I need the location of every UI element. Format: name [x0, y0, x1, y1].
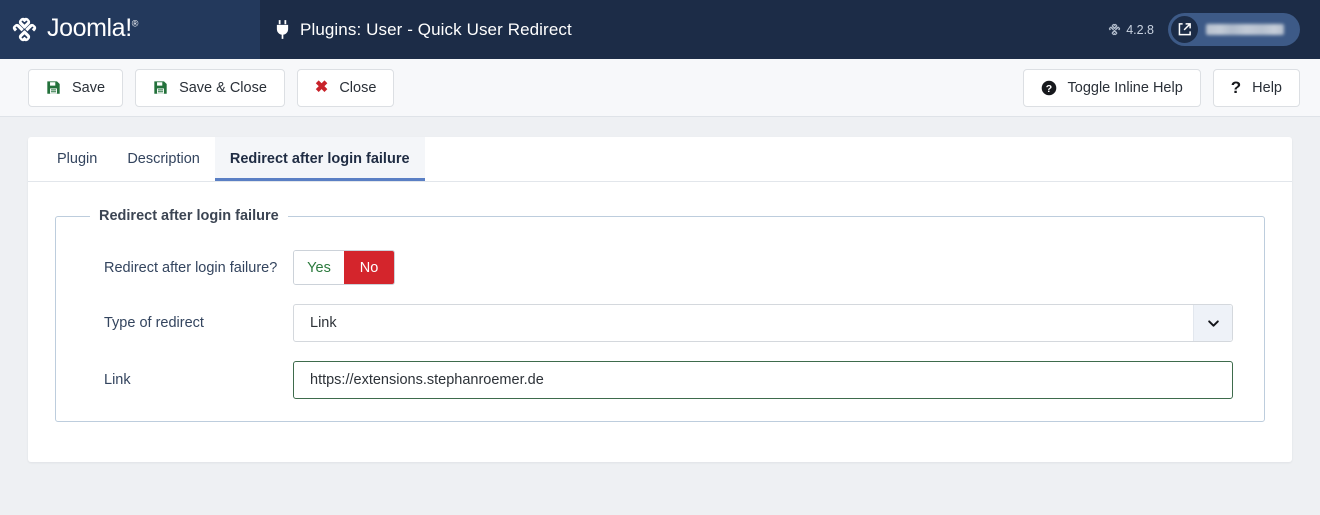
chevron-down-icon[interactable]: [1193, 305, 1232, 341]
joomla-mark-icon: [1108, 23, 1121, 36]
page-content: Plugin Description Redirect after login …: [0, 117, 1320, 462]
redirect-fieldset: Redirect after login failure Redirect af…: [55, 208, 1265, 422]
brand-wordmark: Joomla!®: [47, 14, 139, 42]
toggle-inline-help-label: Toggle Inline Help: [1067, 79, 1183, 96]
save-disk-icon: [46, 80, 61, 95]
yes-no-switcher[interactable]: Yes No: [293, 250, 395, 285]
link-input[interactable]: [293, 361, 1233, 399]
tab-plugin[interactable]: Plugin: [42, 137, 112, 181]
external-link-icon[interactable]: [1171, 16, 1198, 43]
brand-panel[interactable]: Joomla!®: [0, 0, 260, 59]
link-label: Link: [104, 372, 131, 388]
page-title-area: Plugins: User - Quick User Redirect: [260, 0, 1108, 59]
switcher-option-no[interactable]: No: [344, 251, 394, 284]
version-number: 4.2.8: [1126, 22, 1154, 37]
save-disk-icon: [153, 80, 168, 95]
save-and-close-button[interactable]: Save & Close: [135, 68, 285, 107]
type-of-redirect-control: Link: [293, 304, 1244, 342]
save-button[interactable]: Save: [28, 68, 124, 107]
fieldset-legend: Redirect after login failure: [99, 208, 279, 224]
joomla-logo[interactable]: Joomla!®: [11, 14, 139, 44]
switcher-option-yes[interactable]: Yes: [294, 251, 344, 284]
save-and-close-button-label: Save & Close: [179, 79, 267, 96]
help-button[interactable]: ? Help: [1212, 68, 1300, 107]
joomla-mark-icon: [11, 16, 38, 43]
toggle-inline-help-button[interactable]: ? Toggle Inline Help: [1022, 68, 1201, 107]
close-button[interactable]: ✖ Close: [296, 68, 395, 107]
toolbar-right-group: ? Toggle Inline Help ? Help: [1022, 68, 1300, 107]
toolbar-left-group: Save Save & Close ✖ Close: [28, 68, 395, 107]
question-circle-icon: ?: [1041, 80, 1057, 96]
form-row-link: Link: [76, 361, 1244, 399]
page-title: Plugins: User - Quick User Redirect: [300, 19, 572, 39]
top-header: Joomla!® Plugins: User - Quick User Redi…: [0, 0, 1320, 59]
type-of-redirect-value: Link: [310, 315, 337, 331]
user-name-redacted: [1206, 24, 1284, 35]
registered-mark: ®: [131, 18, 139, 29]
question-mark-icon: ?: [1230, 78, 1242, 97]
edit-card: Plugin Description Redirect after login …: [28, 137, 1292, 462]
header-right-area: 4.2.8: [1108, 0, 1320, 59]
svg-text:?: ?: [1045, 82, 1051, 94]
toolbar: Save Save & Close ✖ Close ? Toggle Inlin…: [0, 59, 1320, 117]
help-button-label: Help: [1252, 79, 1282, 96]
type-of-redirect-label: Type of redirect: [104, 315, 204, 331]
redirect-toggle-label: Redirect after login failure?: [104, 259, 278, 276]
close-x-icon: ✖: [314, 78, 329, 96]
form-row-type-of-redirect: Type of redirect Link: [76, 304, 1244, 342]
joomla-version-badge: 4.2.8: [1108, 23, 1154, 37]
link-control: [293, 361, 1244, 399]
save-button-label: Save: [72, 79, 106, 96]
user-menu-pill[interactable]: [1168, 13, 1300, 46]
tab-description[interactable]: Description: [112, 137, 215, 181]
form-row-redirect-toggle: Redirect after login failure? Yes No: [76, 250, 1244, 285]
close-button-label: Close: [339, 79, 377, 96]
tab-redirect-after-login-failure[interactable]: Redirect after login failure: [214, 137, 425, 181]
card-body: Redirect after login failure Redirect af…: [28, 182, 1292, 462]
type-of-redirect-select[interactable]: Link: [293, 304, 1233, 342]
plug-icon: [275, 20, 290, 39]
tab-bar: Plugin Description Redirect after login …: [28, 137, 1292, 182]
redirect-toggle-control: Yes No: [293, 250, 1244, 285]
